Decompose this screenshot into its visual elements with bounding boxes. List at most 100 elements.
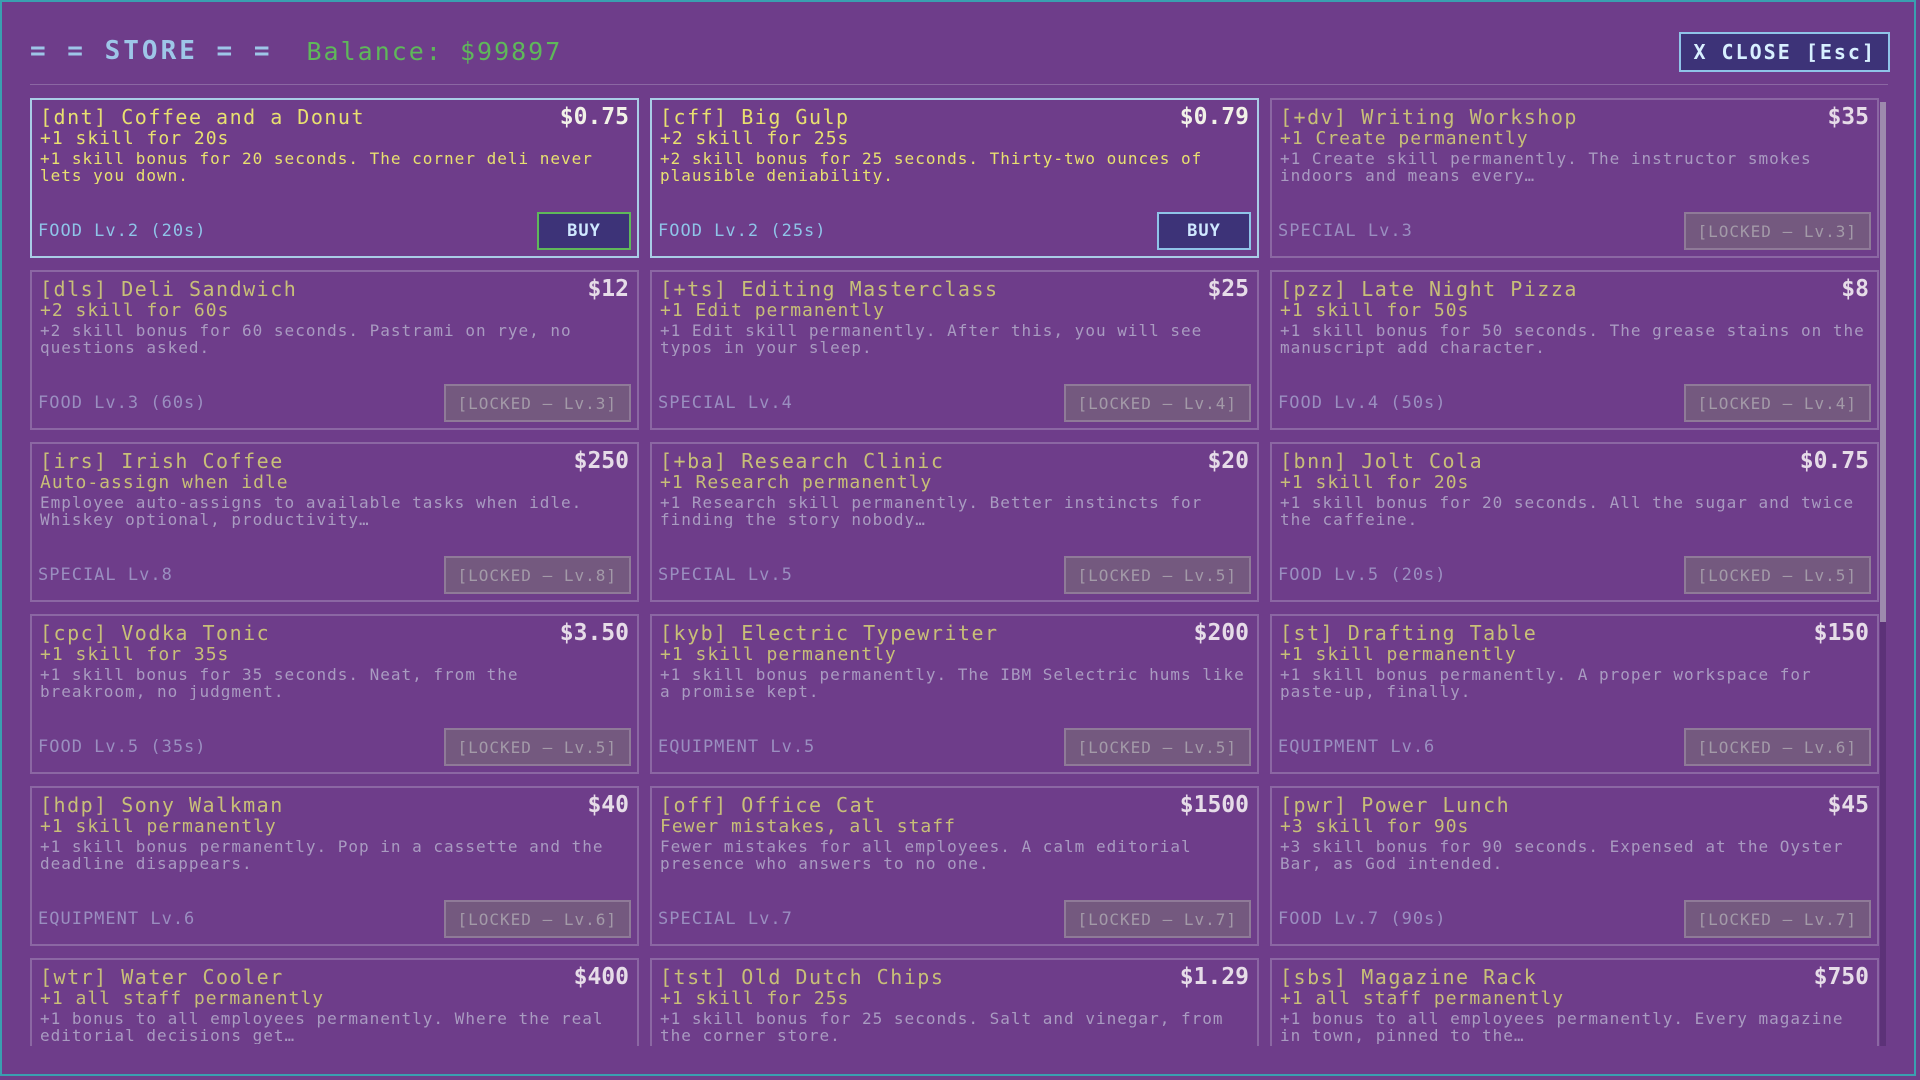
item-footer: FOOD Lv.3 (60s) [LOCKED — Lv.3] <box>38 384 631 422</box>
item-price: $750 <box>1813 964 1869 990</box>
item-header: [+ba] Research Clinic $20 <box>660 448 1249 474</box>
item-price: $0.75 <box>1799 448 1869 474</box>
item-header: [+ts] Editing Masterclass $25 <box>660 276 1249 302</box>
item-description: +1 skill bonus permanently. Pop in a cas… <box>40 838 604 872</box>
item-footer: FOOD Lv.2 (25s) BUY <box>658 212 1251 250</box>
item-name: [dnt] Coffee and a Donut <box>40 105 365 129</box>
item-description: +1 skill bonus for 20 seconds. The corne… <box>40 150 593 184</box>
item-footer: EQUIPMENT Lv.6 [LOCKED — Lv.6] <box>38 900 631 938</box>
scrollbar-thumb[interactable] <box>1880 102 1886 622</box>
item-effect: +1 skill for 20s <box>1280 472 1470 493</box>
item-header: [irs] Irish Coffee $250 <box>40 448 629 474</box>
store-item-card: [+ts] Editing Masterclass $25 +1 Edit perm… <box>650 270 1259 430</box>
store-item-card: [sbs] Magazine Rack $750 +1 all staff perm… <box>1270 958 1879 1046</box>
item-header: [+dv] Writing Workshop $35 <box>1280 104 1869 130</box>
item-effect: +1 skill for 50s <box>1280 300 1470 321</box>
item-name: [dls] Deli Sandwich <box>40 277 298 301</box>
item-category: SPECIAL Lv.8 <box>38 565 173 585</box>
store-item-card: [tst] Old Dutch Chips $1.29 +1 skill for 2… <box>650 958 1259 1046</box>
item-header: [pzz] Late Night Pizza $8 <box>1280 276 1869 302</box>
locked-button: [LOCKED — Lv.3] <box>1683 212 1871 250</box>
item-category: SPECIAL Lv.4 <box>658 393 793 413</box>
store-item-card: [st] Drafting Table $150 +1 skill permanen… <box>1270 614 1879 774</box>
item-price: $8 <box>1841 276 1869 302</box>
locked-button: [LOCKED — Lv.7] <box>1063 900 1251 938</box>
item-footer: FOOD Lv.4 (50s) [LOCKED — Lv.4] <box>1278 384 1871 422</box>
item-price: $25 <box>1207 276 1249 302</box>
item-name: [cpc] Vodka Tonic <box>40 621 271 645</box>
store-item-list[interactable]: [dnt] Coffee and a Donut $0.75 +1 skill fo… <box>30 98 1884 1046</box>
item-footer: FOOD Lv.2 (20s) BUY <box>38 212 631 250</box>
item-price: $45 <box>1827 792 1869 818</box>
item-category: EQUIPMENT Lv.5 <box>658 737 816 757</box>
item-effect: +1 skill for 35s <box>40 644 230 665</box>
item-footer: SPECIAL Lv.8 [LOCKED — Lv.8] <box>38 556 631 594</box>
item-description: +1 bonus to all employees permanently. W… <box>40 1010 604 1044</box>
locked-button: [LOCKED — Lv.4] <box>1063 384 1251 422</box>
item-description: +1 skill bonus permanently. The IBM Sele… <box>660 666 1245 700</box>
store-item-card: [pzz] Late Night Pizza $8 +1 skill for 50s… <box>1270 270 1879 430</box>
store-header: = = STORE = = Balance: $99897 X CLOSE [E… <box>30 28 1890 74</box>
item-footer: FOOD Lv.5 (20s) [LOCKED — Lv.5] <box>1278 556 1871 594</box>
item-description: +1 Create skill permanently. The instruc… <box>1280 150 1812 184</box>
scrollbar[interactable] <box>1880 102 1886 1046</box>
item-description: +1 skill bonus for 25 seconds. Salt and … <box>660 1010 1224 1044</box>
item-header: [tst] Old Dutch Chips $1.29 <box>660 964 1249 990</box>
item-category: SPECIAL Lv.3 <box>1278 221 1413 241</box>
item-effect: +1 all staff permanently <box>40 988 325 1009</box>
locked-button: [LOCKED — Lv.6] <box>1683 728 1871 766</box>
item-header: [pwr] Power Lunch $45 <box>1280 792 1869 818</box>
store-item-card: [off] Office Cat $1500 Fewer mistakes, all… <box>650 786 1259 946</box>
item-description: +1 bonus to all employees permanently. E… <box>1280 1010 1844 1044</box>
item-description: +1 skill bonus for 35 seconds. Neat, fro… <box>40 666 519 700</box>
item-price: $3.50 <box>559 620 629 646</box>
item-footer: EQUIPMENT Lv.5 [LOCKED — Lv.5] <box>658 728 1251 766</box>
store-item-card: [bnn] Jolt Cola $0.75 +1 skill for 20s +1 s… <box>1270 442 1879 602</box>
item-price: $12 <box>587 276 629 302</box>
item-category: FOOD Lv.5 (20s) <box>1278 565 1447 585</box>
buy-button[interactable]: BUY <box>1157 212 1251 250</box>
item-effect: +3 skill for 90s <box>1280 816 1470 837</box>
item-effect: +1 skill permanently <box>40 816 277 837</box>
item-description: +1 skill bonus for 20 seconds. All the s… <box>1280 494 1855 528</box>
item-footer: SPECIAL Lv.4 [LOCKED — Lv.4] <box>658 384 1251 422</box>
item-effect: +1 Research permanently <box>660 472 933 493</box>
store-title: = = STORE = = <box>30 36 273 66</box>
store-item-card: [+dv] Writing Workshop $35 +1 Create perma… <box>1270 98 1879 258</box>
item-header: [sbs] Magazine Rack $750 <box>1280 964 1869 990</box>
item-name: [bnn] Jolt Cola <box>1280 449 1484 473</box>
item-category: EQUIPMENT Lv.6 <box>38 909 196 929</box>
store-item-card: [+ba] Research Clinic $20 +1 Research perm… <box>650 442 1259 602</box>
item-header: [kyb] Electric Typewriter $200 <box>660 620 1249 646</box>
item-name: [pwr] Power Lunch <box>1280 793 1511 817</box>
store-item-grid: [dnt] Coffee and a Donut $0.75 +1 skill fo… <box>30 98 1884 1046</box>
item-name: [hdp] Sony Walkman <box>40 793 284 817</box>
item-effect: +1 skill for 20s <box>40 128 230 149</box>
item-price: $0.75 <box>559 104 629 130</box>
item-effect: +1 all staff permanently <box>1280 988 1565 1009</box>
item-category: EQUIPMENT Lv.6 <box>1278 737 1436 757</box>
locked-button: [LOCKED — Lv.7] <box>1683 900 1871 938</box>
store-item-card: [wtr] Water Cooler $400 +1 all staff perma… <box>30 958 639 1046</box>
store-item-card: [kyb] Electric Typewriter $200 +1 skill pe… <box>650 614 1259 774</box>
item-price: $40 <box>587 792 629 818</box>
item-header: [dnt] Coffee and a Donut $0.75 <box>40 104 629 130</box>
item-price: $1500 <box>1179 792 1249 818</box>
buy-button[interactable]: BUY <box>537 212 631 250</box>
item-name: [tst] Old Dutch Chips <box>660 965 945 989</box>
item-name: [pzz] Late Night Pizza <box>1280 277 1578 301</box>
item-name: [+ba] Research Clinic <box>660 449 945 473</box>
item-category: FOOD Lv.5 (35s) <box>38 737 207 757</box>
close-button[interactable]: X CLOSE [Esc] <box>1679 32 1890 72</box>
item-header: [cpc] Vodka Tonic $3.50 <box>40 620 629 646</box>
item-name: [+dv] Writing Workshop <box>1280 105 1578 129</box>
item-effect: +2 skill for 60s <box>40 300 230 321</box>
item-description: +2 skill bonus for 25 seconds. Thirty-tw… <box>660 150 1203 184</box>
item-price: $200 <box>1193 620 1249 646</box>
item-effect: Auto-assign when idle <box>40 472 289 493</box>
item-header: [st] Drafting Table $150 <box>1280 620 1869 646</box>
locked-button: [LOCKED — Lv.4] <box>1683 384 1871 422</box>
header-divider <box>30 84 1888 85</box>
balance-display: Balance: $99897 <box>306 36 563 66</box>
item-price: $150 <box>1813 620 1869 646</box>
